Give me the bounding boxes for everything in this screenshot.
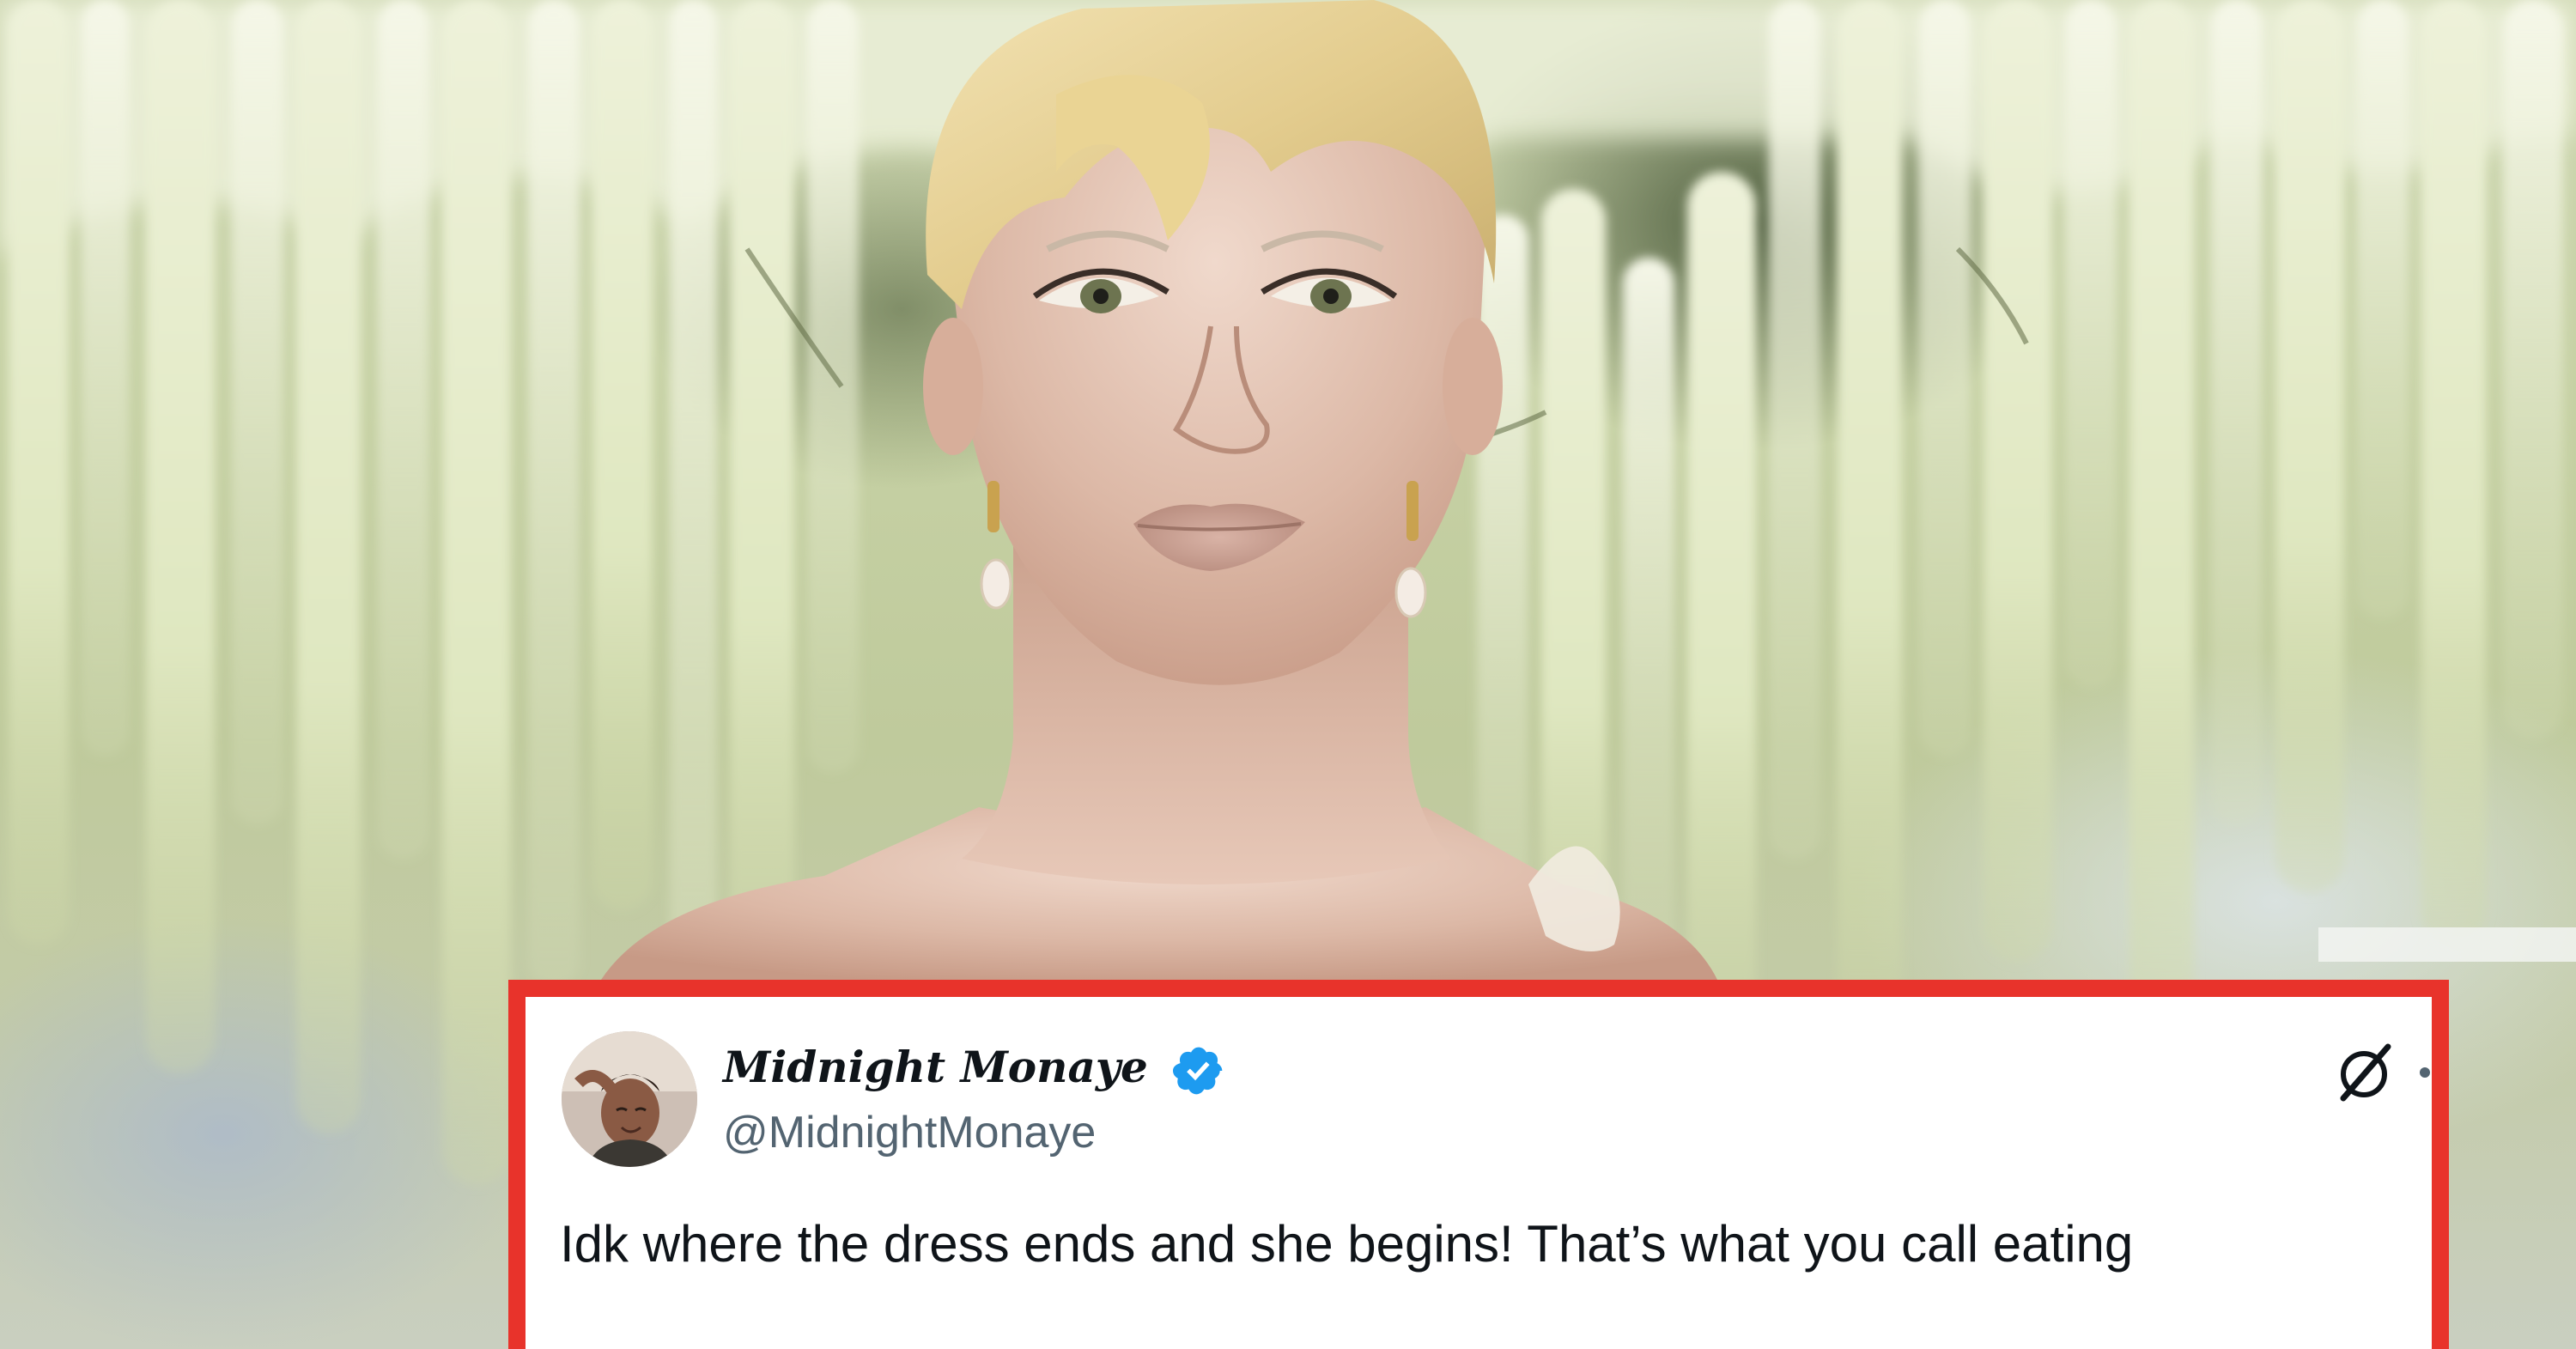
tweet-text: Idk where the dress ends and she begins!… [560,1215,2134,1273]
x-logo-icon[interactable] [2333,1040,2398,1105]
verified-badge-icon [1173,1047,1223,1095]
profile-avatar-icon[interactable] [562,1031,697,1167]
author-name[interactable]: Midnight Monaye [723,1042,1148,1093]
tweet-card: Midnight Monaye @MidnightMonaye Idk wher… [508,980,2449,1349]
author-handle[interactable]: @MidnightMonaye [723,1107,1096,1158]
more-dot-icon[interactable] [2420,1067,2430,1078]
